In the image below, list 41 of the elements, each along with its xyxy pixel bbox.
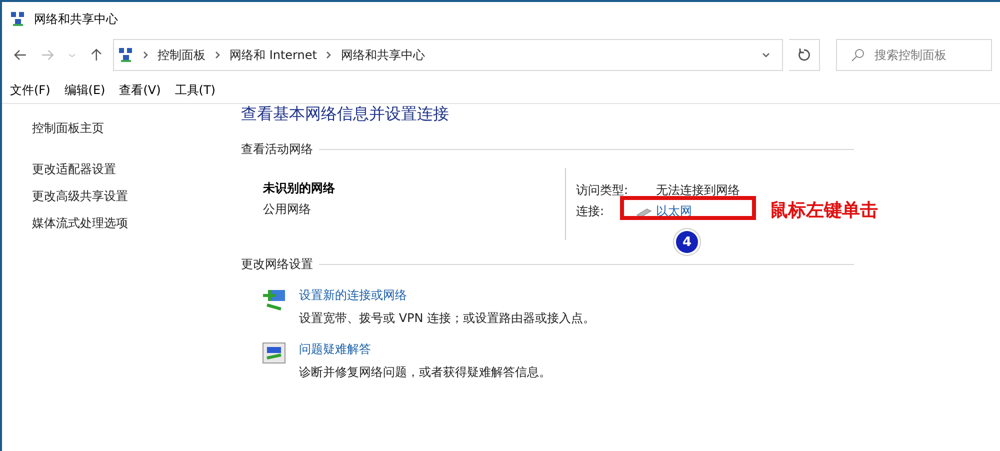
section-title: 查看活动网络 xyxy=(241,141,313,158)
access-type-value: 无法连接到网络 xyxy=(656,182,740,199)
network-name: 未识别的网络 xyxy=(263,180,336,197)
dropdown-icon[interactable] xyxy=(762,51,770,59)
menu-item[interactable]: 工具(T) xyxy=(174,82,216,99)
menu-item[interactable]: 编辑(E) xyxy=(64,82,106,99)
chevron-icon xyxy=(214,51,222,59)
sidebar-link[interactable]: 控制面板主页 xyxy=(32,120,232,137)
search-icon xyxy=(850,48,865,62)
refresh-button[interactable] xyxy=(788,39,820,71)
page-heading: 查看基本网络信息并设置连接 xyxy=(241,104,450,125)
network-type: 公用网络 xyxy=(263,201,312,218)
back-icon[interactable] xyxy=(14,48,27,62)
ethernet-cable-icon xyxy=(636,206,652,216)
access-type-label: 访问类型: xyxy=(576,182,628,199)
sidebar-link[interactable]: 更改适配器设置 xyxy=(32,161,232,178)
ethernet-link[interactable]: 以太网 xyxy=(656,203,692,220)
task-link[interactable]: 设置新的连接或网络 xyxy=(299,287,596,304)
up-icon[interactable] xyxy=(90,48,102,62)
network-icon xyxy=(10,11,26,27)
window-title: 网络和共享中心 xyxy=(34,10,118,28)
sidebar-link[interactable]: 更改高级共享设置 xyxy=(32,188,232,205)
task-link[interactable]: 问题疑难解答 xyxy=(299,341,551,358)
annotation-text: 鼠标左键单击 xyxy=(770,199,878,222)
step-badge: 4 xyxy=(676,231,698,253)
address-bar[interactable]: 控制面板 网络和 Internet 网络和共享中心 xyxy=(112,39,782,71)
network-icon xyxy=(118,47,134,63)
breadcrumb[interactable]: 控制面板 xyxy=(158,46,206,64)
menu-item[interactable]: 文件(F) xyxy=(10,82,50,99)
search-field[interactable]: 搜索控制面板 xyxy=(836,39,992,71)
connection-label: 连接: xyxy=(576,203,604,220)
chevron-icon xyxy=(324,51,333,59)
sidebar-link[interactable]: 媒体流式处理选项 xyxy=(32,215,232,232)
breadcrumb[interactable]: 网络和 Internet xyxy=(230,46,317,64)
task-description: 诊断并修复网络问题，或者获得疑难解答信息。 xyxy=(299,364,551,381)
menu-item[interactable]: 查看(V) xyxy=(119,82,161,99)
chevron-icon xyxy=(142,51,150,59)
breadcrumb[interactable]: 网络和共享中心 xyxy=(340,46,425,64)
refresh-icon xyxy=(796,48,811,62)
section-title: 更改网络设置 xyxy=(241,256,313,273)
task-description: 设置宽带、拨号或 VPN 连接；或设置路由器或接入点。 xyxy=(299,310,596,327)
